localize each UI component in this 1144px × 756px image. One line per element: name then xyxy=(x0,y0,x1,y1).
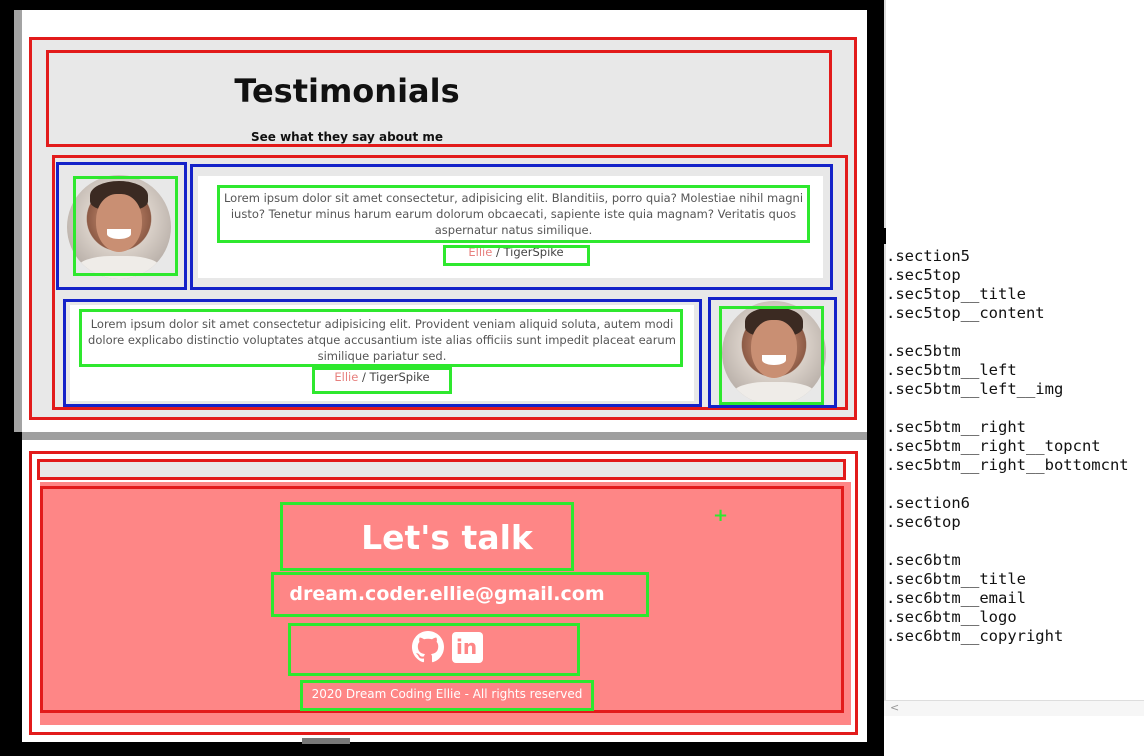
class-list-item: .section6 xyxy=(886,494,970,512)
testimonial-quote: Lorem ipsum dolor sit amet consectetur, … xyxy=(223,191,804,237)
horizontal-scrollbar-thumb[interactable] xyxy=(302,738,350,744)
class-list-item: .sec5top__title xyxy=(886,285,1026,303)
class-list-item: .sec6btm__email xyxy=(886,589,1026,607)
screen: Testimonials See what they say about me … xyxy=(0,0,1144,756)
section-divider xyxy=(22,432,867,440)
testimonial-quote: Lorem ipsum dolor sit amet consectetur a… xyxy=(88,317,676,363)
class-list-item: .sec5btm xyxy=(886,342,961,360)
class-list-item: .sec5btm__left__img xyxy=(886,380,1064,398)
crosshair-marker: + xyxy=(713,505,729,526)
left-gutter xyxy=(14,10,22,432)
sec6btm-title-outline xyxy=(280,502,574,571)
panel-horizontal-scrollbar[interactable] xyxy=(884,700,1144,716)
class-list-item: .sec5top xyxy=(886,266,961,284)
class-list-item: .section5 xyxy=(886,247,970,265)
sec5top-title: Testimonials xyxy=(234,72,460,110)
sec5btm-left-img-outline xyxy=(719,306,824,405)
sec6btm-email-outline xyxy=(271,572,649,617)
class-list-item: .sec5top__content xyxy=(886,304,1045,322)
scroll-left-arrow-icon[interactable]: < xyxy=(890,701,899,714)
class-list-spacer xyxy=(886,323,1129,342)
text-cursor xyxy=(884,228,886,244)
class-list-item: .sec6top xyxy=(886,513,961,531)
class-list-spacer xyxy=(886,399,1129,418)
class-list-item: .sec5btm__right xyxy=(886,418,1026,436)
class-list-item: .sec6btm__title xyxy=(886,570,1026,588)
class-list-item: .sec6btm__logo xyxy=(886,608,1017,626)
class-list-item: .sec5btm__left xyxy=(886,361,1017,379)
class-list[interactable]: .section5 .sec5top .sec5top__title .sec5top… xyxy=(886,247,1129,646)
class-list-spacer xyxy=(886,532,1129,551)
class-list-spacer xyxy=(886,475,1129,494)
class-list-item: .sec6btm__copyright xyxy=(886,627,1064,645)
sec6btm-logo-outline xyxy=(288,623,580,676)
sec5btm-right-bottomcnt-outline xyxy=(443,245,590,266)
class-list-item: .sec5btm__right__bottomcnt xyxy=(886,456,1129,474)
page-top-area xyxy=(22,10,867,34)
sec6btm-copyright-outline xyxy=(300,680,594,711)
sec5top-content: See what they say about me xyxy=(250,130,444,144)
class-list-item: .sec5btm__right__topcnt xyxy=(886,437,1101,455)
sec5btm-left-img-outline xyxy=(73,176,178,276)
sec5btm-right-bottomcnt-outline xyxy=(312,367,452,394)
class-list-item: .sec6btm xyxy=(886,551,961,569)
sec6top-outline xyxy=(37,459,846,480)
